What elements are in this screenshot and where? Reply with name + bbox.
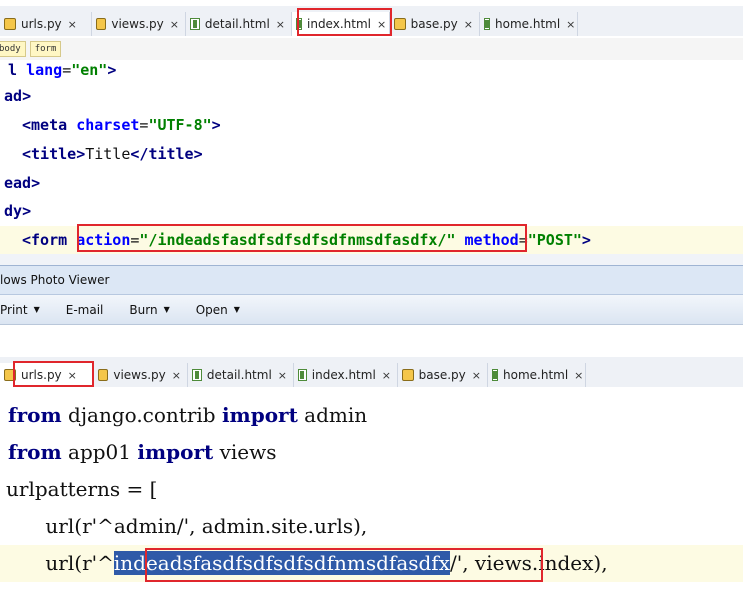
html-file-icon [298,369,307,381]
top-tab-urls[interactable]: urls.py × [0,12,92,36]
html-file-icon [192,369,202,381]
tab-label: base.py [410,17,458,31]
chevron-down-icon: ▼ [33,305,40,314]
python-file-icon [394,18,406,30]
tab-label: urls.py [21,368,62,382]
code-line: dy> [4,202,32,220]
code-line: urlpatterns = [ [6,477,158,501]
tab-label: detail.html [204,17,270,31]
tab-label: index.html [311,368,376,382]
menu-email[interactable]: E-mail [66,303,104,317]
code-line-current: url(r'^indeadsfasdfsdfsdfsdfnmsdfasdfx/'… [0,545,743,582]
tab-label: views.py [113,368,166,382]
python-file-icon [402,369,414,381]
html-file-icon [492,369,498,381]
close-icon[interactable]: × [68,18,77,31]
breadcrumb-item-body[interactable]: body [0,41,26,57]
bottom-tab-urls[interactable]: urls.py × [0,363,94,387]
top-tab-detail[interactable]: detail.html × [186,12,292,36]
bottom-tab-detail[interactable]: detail.html × [188,363,294,387]
python-file-icon [4,18,16,30]
code-line-current: <form action="/indeadsfasdfsdfsdfsdfnmsd… [0,226,743,254]
menu-open[interactable]: Open ▼ [196,303,240,317]
code-line: from app01 import views [8,440,277,464]
python-file-icon [4,369,16,381]
html-file-icon [296,18,302,30]
tab-label: base.py [418,368,466,382]
code-line: from django.contrib import admin [8,403,368,427]
close-icon[interactable]: × [278,369,287,382]
close-icon[interactable]: × [566,18,575,31]
bottom-tab-views[interactable]: views.py × [94,363,188,387]
close-icon[interactable]: × [170,18,179,31]
code-line: l lang="en"> [8,61,117,79]
close-icon[interactable]: × [472,369,481,382]
bottom-tab-home[interactable]: home.html × [488,363,586,387]
chevron-down-icon: ▼ [233,305,240,314]
menu-print[interactable]: Print ▼ [0,303,40,317]
code-line: ead> [4,174,41,192]
close-icon[interactable]: × [377,18,386,31]
chevron-down-icon: ▼ [163,305,170,314]
photo-viewer-titlebar: lows Photo Viewer [0,265,743,295]
tab-label: home.html [503,368,569,382]
code-line: url(r'^admin/', admin.site.urls), [20,514,368,538]
viewer-gap [0,325,743,359]
menu-burn[interactable]: Burn ▼ [129,303,169,317]
top-tab-base[interactable]: base.py × [390,12,480,36]
close-icon[interactable]: × [464,18,473,31]
top-tab-views[interactable]: views.py × [92,12,186,36]
python-file-icon [98,369,109,381]
close-icon[interactable]: × [276,18,285,31]
close-icon[interactable]: × [172,369,181,382]
breadcrumb-item-form[interactable]: form [29,41,62,57]
window-divider [0,254,743,265]
tab-label: index.html [307,17,371,31]
top-tab-index[interactable]: index.html × [292,12,390,36]
code-line: <meta charset="UTF-8"> [22,116,221,134]
html-file-icon [484,18,490,30]
tab-label: urls.py [21,17,62,31]
html-file-icon [190,18,200,30]
bottom-tab-index[interactable]: index.html × [294,363,398,387]
code-line: ad> [4,87,32,105]
tab-label: detail.html [206,368,272,382]
tab-label: views.py [111,17,164,31]
bottom-editor-tabbar: urls.py × views.py × detail.html × index… [0,357,743,387]
bottom-tab-base[interactable]: base.py × [398,363,488,387]
window-title: lows Photo Viewer [0,273,110,287]
close-icon[interactable]: × [382,369,391,382]
top-editor-tabbar: urls.py × views.py × detail.html × index… [0,6,743,36]
tab-label: home.html [495,17,561,31]
python-file-icon [96,18,107,30]
selected-text: indeadsfasdfsdfsdfsdfnmsdfasdfx [113,551,450,575]
close-icon[interactable]: × [68,369,77,382]
photo-viewer-menubar: Print ▼ E-mail Burn ▼ Open ▼ [0,295,743,325]
code-line: <title>Title</title> [22,145,203,163]
top-tab-home[interactable]: home.html × [480,12,578,36]
close-icon[interactable]: × [574,369,583,382]
